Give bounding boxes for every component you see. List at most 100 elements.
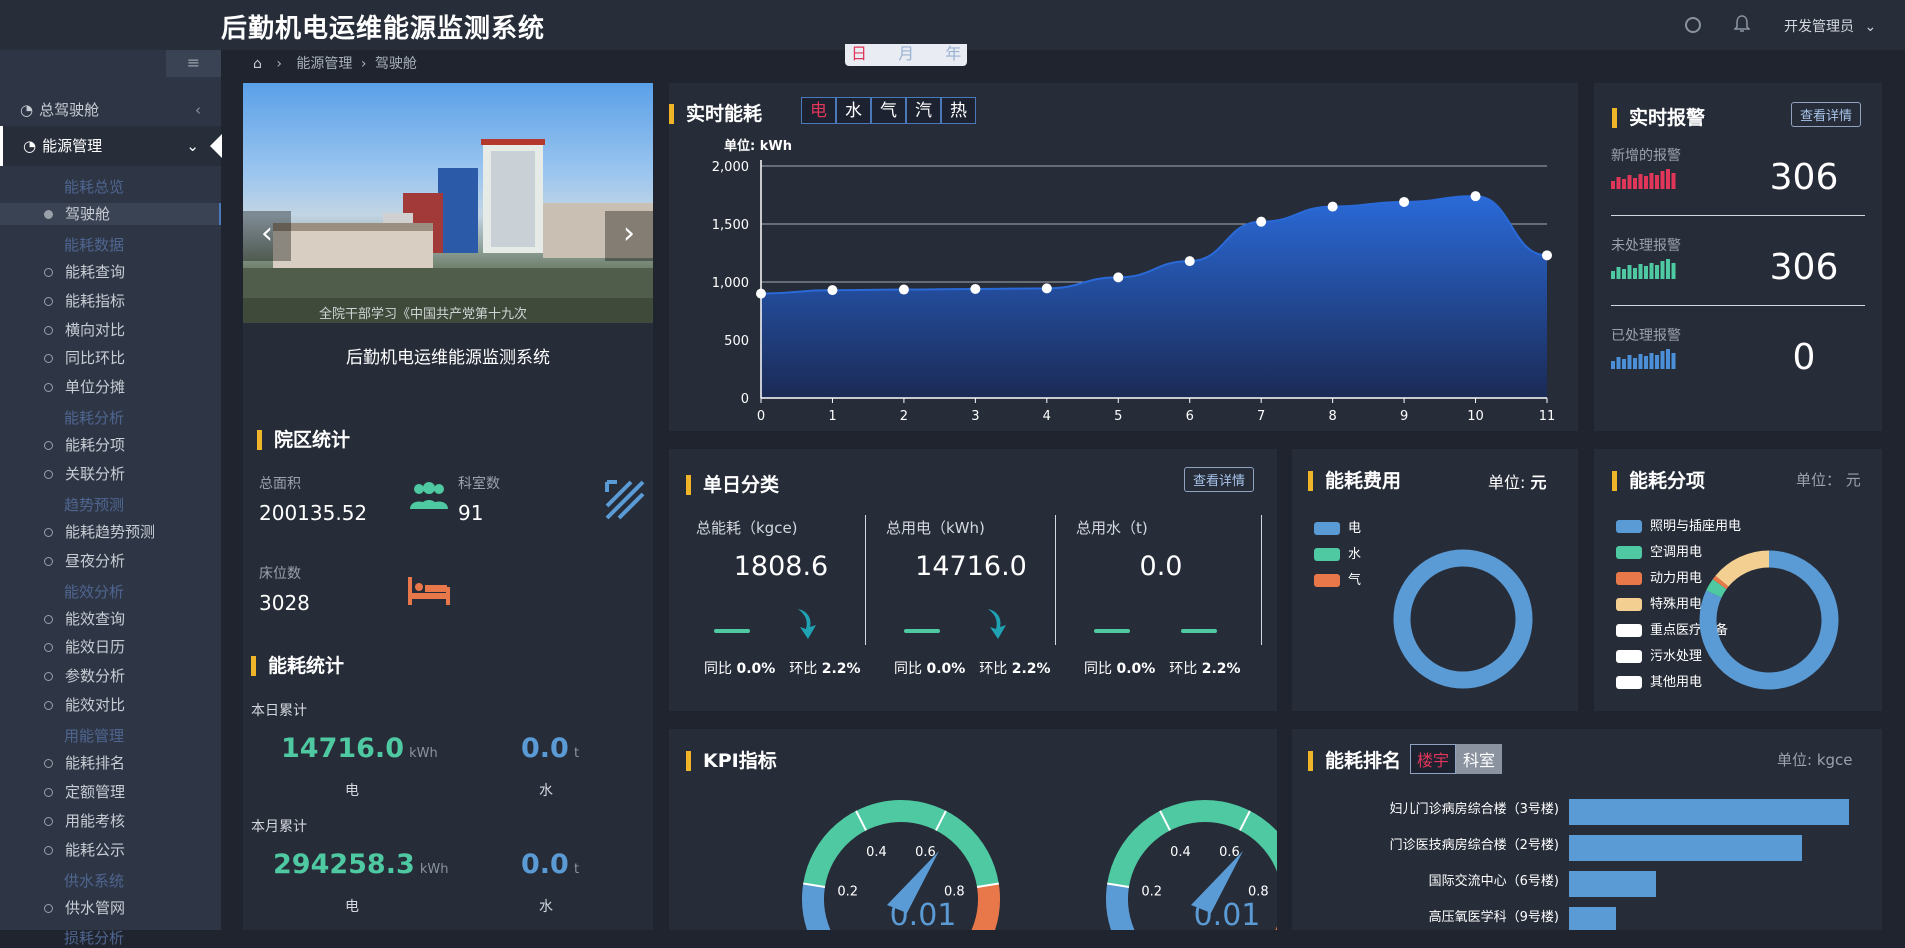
daily-col-compare: 同比 0.0% 环比 2.2%: [704, 661, 861, 677]
sidebar-item[interactable]: 用能考核: [0, 810, 221, 832]
alarm-spark-bar: [1649, 173, 1654, 189]
day-water-label: 水: [539, 783, 553, 799]
left-panel: 全院干部学习《中国共产党第十九次 ‹ › 后勤机电运维能源监测系统 院区统计 总…: [243, 83, 653, 930]
ranking-panel: 能耗排名 楼宇 科室 单位: kgce 妇儿门诊病房综合楼（3号楼) 门诊医技病房综…: [1292, 729, 1882, 930]
day-elec-value: 14716.0 kWh: [281, 733, 438, 764]
alarm-spark-bar: [1655, 265, 1659, 279]
gauge-value: 0.01: [1194, 898, 1261, 930]
chevron-down-icon: ⌄: [186, 137, 199, 155]
sidebar-item[interactable]: 单位分摊: [0, 376, 221, 398]
alarm-spark-bar: [1622, 359, 1626, 369]
sidebar-item[interactable]: 定额管理: [0, 781, 221, 803]
data-point: [1470, 191, 1481, 202]
legend-item[interactable]: 水: [1314, 543, 1361, 562]
sidebar-item[interactable]: 能效对比: [0, 694, 221, 716]
bed-value: 3028: [259, 591, 310, 615]
trend-flat-icon: [714, 629, 750, 633]
period-tab-day[interactable]: 日: [851, 44, 867, 63]
sidebar-item[interactable]: 同比环比: [0, 347, 221, 369]
gauge-tick-label: 0.4: [866, 845, 887, 860]
sidebar-item-overview[interactable]: ◔ 总驾驶舱 ‹: [0, 90, 221, 130]
donut-slice: [1393, 549, 1533, 689]
sidebar-item[interactable]: 能耗指标: [0, 290, 221, 312]
x-tick-label: 1: [828, 409, 836, 424]
x-tick-label: 7: [1257, 409, 1265, 424]
sidebar-item[interactable]: 参数分析: [0, 665, 221, 687]
home-icon[interactable]: ⌂: [253, 56, 262, 72]
sidebar-category: 能效分析: [64, 582, 125, 601]
carousel-next-button[interactable]: ›: [605, 211, 653, 261]
banner-caption: 全院干部学习《中国共产党第十九次: [319, 307, 528, 322]
divider: [1611, 215, 1865, 216]
legend-item[interactable]: 照明与插座用电: [1616, 515, 1741, 534]
x-tick-label: 8: [1328, 409, 1336, 424]
daily-col-value: 0.0: [1139, 551, 1183, 582]
sidebar-item[interactable]: 能效查询: [0, 608, 221, 630]
bed-icon: [406, 573, 452, 611]
ruler-icon: [605, 478, 645, 524]
alarm-sparkline: [1611, 349, 1676, 369]
daily-col-label: 总用电（kWh): [886, 519, 985, 537]
breadcrumb-energy[interactable]: 能源管理: [296, 56, 352, 72]
sidebar-item[interactable]: 能耗趋势预测: [0, 521, 221, 543]
energy-stats-title: 能耗统计: [251, 656, 344, 676]
sidebar: ≡ ◔ 总驾驶舱 ‹ ◔ 能源管理 ⌄ 能耗总览 驾驶舱 能耗数据 能耗查询 能耗指标 横向对…: [0, 50, 222, 947]
divider: [1261, 515, 1262, 645]
cost-donut-chart: [1393, 549, 1533, 689]
alarm-spark-bar: [1671, 263, 1676, 279]
items-unit: 单位： 元: [1796, 471, 1861, 489]
arrow-down-icon: [792, 607, 822, 641]
sidebar-item[interactable]: 驾驶舱: [0, 202, 221, 225]
period-tab-year[interactable]: 年: [945, 44, 961, 63]
carousel-prev-button[interactable]: ‹: [243, 211, 291, 261]
period-tab-month[interactable]: 月: [898, 44, 914, 63]
data-point: [970, 283, 981, 294]
gauge-tick-label: 0.2: [837, 885, 858, 900]
circle-icon: [44, 903, 53, 913]
sidebar-item[interactable]: 能耗公示: [0, 839, 221, 861]
sidebar-item[interactable]: 昼夜分析: [0, 550, 221, 572]
circle-icon: [44, 672, 53, 682]
alarm-spark-bar: [1638, 264, 1643, 279]
month-water-label: 水: [539, 899, 553, 915]
sidebar-item[interactable]: 横向对比: [0, 319, 221, 341]
trend-flat-icon: [1094, 629, 1130, 633]
circle-icon: [44, 643, 53, 653]
circle-icon: [44, 845, 53, 855]
alarm-spark-bar: [1666, 259, 1670, 279]
legend-item[interactable]: 污水处理: [1616, 645, 1702, 664]
dashboard-icon: ◔: [23, 137, 37, 155]
sidebar-item[interactable]: 能效日历: [0, 636, 221, 658]
sidebar-item-energy[interactable]: ◔ 能源管理 ⌄: [0, 126, 222, 166]
alarm-spark-bar: [1644, 266, 1648, 279]
user-menu[interactable]: 开发管理员 ⌄: [1784, 16, 1876, 36]
sidebar-item[interactable]: 关联分析: [0, 463, 221, 485]
legend-swatch: [1616, 624, 1642, 637]
sidebar-item[interactable]: 能耗排名: [0, 752, 221, 774]
data-point: [898, 284, 909, 295]
legend-item[interactable]: 特殊用电: [1616, 593, 1702, 612]
data-point: [1256, 216, 1267, 227]
y-tick-label: 1,000: [712, 276, 749, 291]
bed-label: 床位数: [259, 566, 301, 582]
sidebar-category: 用能管理: [64, 727, 125, 746]
sidebar-item[interactable]: 供水管网: [0, 897, 221, 919]
y-tick-label: 1,500: [712, 218, 749, 233]
menu-toggle-icon[interactable]: ≡: [166, 50, 221, 77]
ranking-bar: [1569, 907, 1616, 930]
legend-item[interactable]: 气: [1314, 569, 1361, 588]
alarm-spark-bar: [1616, 357, 1621, 369]
bell-icon[interactable]: [1733, 14, 1751, 32]
daily-detail-button[interactable]: 查看详情: [1184, 467, 1255, 492]
legend-item[interactable]: 电: [1314, 517, 1361, 536]
legend-item[interactable]: 动力用电: [1616, 567, 1702, 586]
sidebar-item[interactable]: 能耗分项: [0, 434, 221, 456]
x-tick-label: 10: [1467, 409, 1484, 424]
legend-item[interactable]: 其他用电: [1616, 671, 1702, 690]
campus-title: 院区统计: [257, 430, 350, 450]
alarm-label: 未处理报警: [1611, 238, 1681, 254]
settings-icon[interactable]: [1685, 17, 1701, 33]
legend-item[interactable]: 空调用电: [1616, 541, 1702, 560]
sidebar-item[interactable]: 能耗查询: [0, 261, 221, 283]
alarm-detail-button[interactable]: 查看详情: [1791, 102, 1862, 127]
